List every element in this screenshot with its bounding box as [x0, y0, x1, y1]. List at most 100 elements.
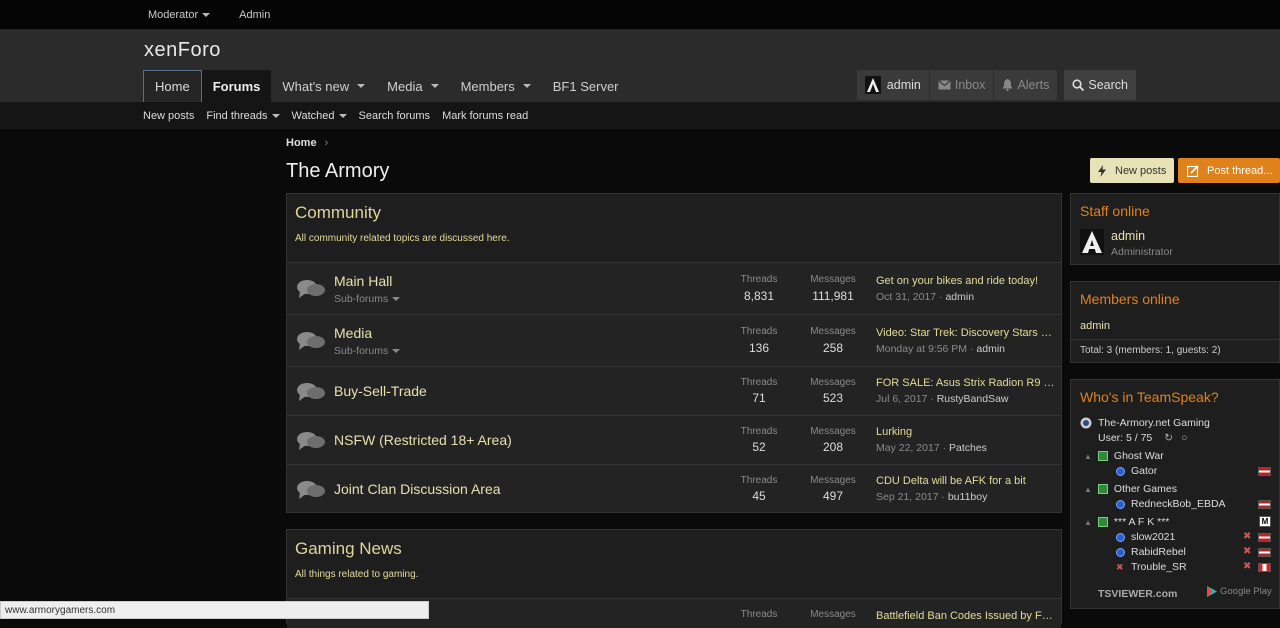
chevron-down-icon — [271, 113, 280, 118]
last-post-user[interactable]: bu11boy — [948, 491, 988, 503]
channel-icon — [1097, 484, 1108, 494]
last-post-user[interactable]: Patches — [949, 442, 987, 454]
user-status-icon — [1116, 547, 1125, 557]
last-post-title[interactable]: Get on your bikes and ride today! — [876, 275, 1056, 287]
category-title[interactable]: Community — [295, 194, 1053, 223]
ts-users-count: User: 5 / 75 — [1098, 432, 1153, 444]
last-post-date[interactable]: Monday at 9:56 PM — [876, 343, 967, 355]
threads-count: 8,831 — [743, 289, 775, 303]
last-post-title[interactable]: Battlefield Ban Codes Issued by Fai... — [876, 610, 1056, 622]
us-flag-icon — [1258, 500, 1271, 509]
muted-icon: ✖ — [1243, 561, 1252, 572]
messages-count: 111,981 — [812, 289, 854, 303]
site-logo[interactable]: xenForo — [144, 39, 221, 62]
admin-link[interactable]: Admin — [239, 9, 270, 21]
ts-user-name: Trouble_SR — [1131, 561, 1187, 573]
forum-chat-icon — [297, 481, 325, 499]
ts-channel[interactable]: ▲ *** A F K *** — [1084, 516, 1169, 528]
threads-label: Threads — [740, 475, 778, 486]
last-post-meta: Jul 6, 2017 · RustyBandSaw — [876, 393, 1009, 405]
google-play-badge[interactable]: Google Play — [1207, 586, 1272, 597]
ts-user[interactable]: RedneckBob_EBDA — [1116, 498, 1226, 510]
collapse-icon[interactable]: ▲ — [1084, 518, 1092, 527]
canada-flag-icon — [1258, 563, 1271, 572]
forum-row: NSFW (Restricted 18+ Area) Threads 52 Me… — [287, 415, 1061, 464]
widget-title[interactable]: Staff online — [1071, 194, 1279, 219]
tsviewer-link[interactable]: TSVIEWER.com — [1098, 588, 1177, 600]
members-total: Total: 3 (members: 1, guests: 2) — [1080, 345, 1221, 356]
channel-name: *** A F K *** — [1113, 516, 1170, 528]
forum-name[interactable]: Buy-Sell-Trade — [334, 383, 427, 399]
last-post-date[interactable]: May 22, 2017 — [876, 442, 940, 454]
refresh-icon[interactable]: ↻ — [1164, 432, 1173, 444]
threads-count: 52 — [752, 440, 766, 454]
forum-row: Joint Clan Discussion Area Threads 45 Me… — [287, 464, 1061, 512]
forum-name[interactable]: Media — [334, 325, 372, 341]
messages-label: Messages — [810, 426, 856, 437]
messages-count: 497 — [822, 489, 844, 503]
subforums-toggle[interactable]: Sub-forums — [334, 345, 401, 357]
ts-server[interactable]: The-Armory.net Gaming — [1080, 417, 1210, 429]
channel-name: Ghost War — [1113, 450, 1164, 462]
messages-label: Messages — [810, 326, 856, 337]
moderator-menu[interactable]: Moderator — [148, 9, 211, 21]
collapse-icon[interactable]: ▲ — [1084, 452, 1092, 461]
moderator-label: Moderator — [148, 9, 199, 21]
widget-title[interactable]: Who's in TeamSpeak? — [1071, 380, 1279, 405]
last-post-title[interactable]: Video: Star Trek: Discovery Stars W... — [876, 327, 1056, 339]
last-post-user[interactable]: admin — [976, 343, 1005, 355]
ts-channel[interactable]: ▲ Ghost War — [1084, 450, 1164, 462]
ts-user[interactable]: RabidRebel — [1116, 546, 1186, 558]
subnav-new-posts[interactable]: New posts — [143, 110, 194, 122]
last-post-user[interactable]: RustyBandSaw — [937, 393, 1009, 405]
widget-title[interactable]: Members online — [1071, 282, 1279, 307]
member-name[interactable]: admin — [1080, 320, 1110, 332]
forum-name[interactable]: Joint Clan Discussion Area — [334, 481, 501, 497]
staff-name[interactable]: admin — [1111, 229, 1145, 243]
last-post-date[interactable]: Oct 31, 2017 — [876, 291, 936, 303]
forum-name[interactable]: Main Hall — [334, 273, 392, 289]
tab-home[interactable]: Home — [143, 70, 202, 102]
ts-user[interactable]: ✖ Trouble_SR — [1116, 561, 1187, 573]
last-post-title[interactable]: CDU Delta will be AFK for a bit — [876, 475, 1056, 487]
forum-name[interactable]: NSFW (Restricted 18+ Area) — [334, 432, 512, 448]
breadcrumb[interactable]: Home › — [286, 137, 328, 149]
last-post-meta: Sep 21, 2017 · bu11boy — [876, 491, 988, 503]
post-thread-button[interactable]: Post thread... — [1178, 158, 1280, 183]
avatar[interactable] — [1080, 229, 1104, 255]
last-post-meta: Oct 31, 2017 · admin — [876, 291, 975, 303]
user-status-icon — [1116, 499, 1125, 509]
tab-forums[interactable]: Forums — [201, 70, 272, 102]
last-post-date[interactable]: Jul 6, 2017 — [876, 393, 927, 405]
user-status-icon — [1116, 466, 1125, 476]
forum-chat-icon — [297, 432, 325, 450]
ts-user-name: Gator — [1131, 465, 1158, 477]
user-status-icon — [1116, 532, 1125, 542]
muted-icon: ✖ — [1243, 546, 1252, 557]
category-title[interactable]: Gaming News — [295, 530, 1053, 559]
ts-user-name: slow2021 — [1131, 531, 1176, 543]
new-posts-button[interactable]: New posts — [1090, 158, 1174, 183]
ts-user-name: RabidRebel — [1131, 546, 1186, 558]
ts-channel[interactable]: ▲ Other Games — [1084, 483, 1177, 495]
category-community: Community All community related topics a… — [286, 193, 1062, 513]
last-post-title[interactable]: FOR SALE: Asus Strix Radion R9 39... — [876, 377, 1056, 389]
last-post-meta: May 22, 2017 · Patches — [876, 442, 987, 454]
subnav-find-threads[interactable]: Find threads — [206, 110, 280, 122]
info-icon[interactable]: ○ — [1181, 432, 1187, 444]
ts-user[interactable]: slow2021 — [1116, 531, 1175, 543]
threads-label: Threads — [740, 609, 778, 620]
threads-label: Threads — [740, 426, 778, 437]
subforums-toggle[interactable]: Sub-forums — [334, 293, 401, 305]
last-post-title[interactable]: Lurking — [876, 426, 1056, 438]
last-post-user[interactable]: admin — [945, 291, 974, 303]
ts-user[interactable]: Gator — [1116, 465, 1157, 477]
google-play-label: Google Play — [1220, 586, 1272, 597]
forum-row: Main Hall Sub-forums Threads 8,831 Messa… — [287, 262, 1061, 314]
staff-role: Administrator — [1111, 246, 1173, 258]
collapse-icon[interactable]: ▲ — [1084, 485, 1092, 494]
chevron-down-icon — [392, 349, 401, 354]
messages-label: Messages — [810, 475, 856, 486]
last-post-date[interactable]: Sep 21, 2017 — [876, 491, 938, 503]
forum-chat-icon — [297, 280, 325, 298]
